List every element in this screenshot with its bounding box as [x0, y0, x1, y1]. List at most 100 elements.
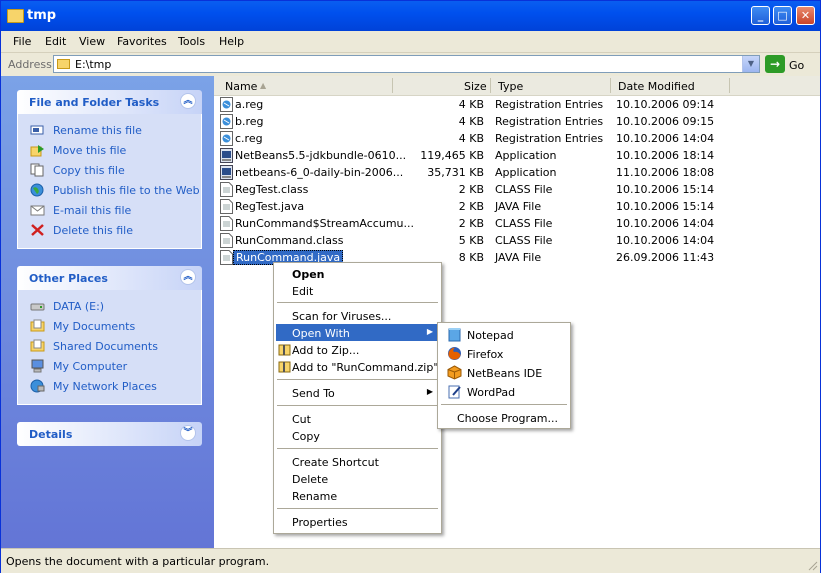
menu-item-rename[interactable]: Rename	[276, 487, 439, 504]
place-my-documents[interactable]: My Documents	[18, 316, 201, 336]
status-text: Opens the document with a particular pro…	[6, 555, 270, 568]
file-row[interactable]: a.reg 4 KB Registration Entries 10.10.2006 …	[214, 96, 820, 113]
place-shared-documents[interactable]: Shared Documents	[18, 336, 201, 356]
window-title: tmp	[27, 8, 57, 23]
file-row[interactable]: c.reg 4 KB Registration Entries 10.10.2006 …	[214, 130, 820, 147]
panel-title: Other Places	[29, 272, 108, 285]
file-row[interactable]: b.reg 4 KB Registration Entries 10.10.2006 …	[214, 113, 820, 130]
menu-item-add-named-zip[interactable]: Add to "RunCommand.zip"	[276, 358, 439, 375]
file-type: CLASS File	[495, 183, 553, 196]
column-type[interactable]: Type	[498, 80, 523, 93]
file-row[interactable]: RegTest.class 2 KB CLASS File 10.10.2006 15…	[214, 181, 820, 198]
menu-help[interactable]: Help	[219, 35, 244, 48]
menu-item-edit[interactable]: Edit	[276, 282, 439, 299]
column-name[interactable]: Name	[225, 80, 257, 93]
column-size[interactable]: Size	[464, 80, 487, 93]
task-rename[interactable]: Rename this file	[18, 120, 201, 140]
file-name: RunCommand$StreamAccumu...	[235, 217, 415, 230]
open-with-netbeans[interactable]: NetBeans IDE	[440, 363, 568, 382]
menu-item-copy[interactable]: Copy	[276, 427, 439, 444]
task-publish[interactable]: Publish this file to the Web	[18, 180, 201, 200]
doc-file-icon	[220, 233, 233, 248]
menu-item-create-shortcut[interactable]: Create Shortcut	[276, 453, 439, 470]
minimize-button[interactable]: _	[751, 6, 770, 25]
column-date-modified[interactable]: Date Modified	[618, 80, 695, 93]
menu-item-properties[interactable]: Properties	[276, 513, 439, 530]
open-with-wordpad[interactable]: WordPad	[440, 382, 568, 401]
menu-favorites[interactable]: Favorites	[117, 35, 167, 48]
file-modified: 10.10.2006 09:14	[616, 98, 715, 111]
file-name: RegTest.java	[235, 200, 305, 213]
menu-edit[interactable]: Edit	[45, 35, 66, 48]
file-type: CLASS File	[495, 234, 553, 247]
doc-file-icon	[220, 182, 233, 197]
menu-view[interactable]: View	[79, 35, 105, 48]
place-data-drive[interactable]: DATA (E:)	[18, 296, 201, 316]
file-type: JAVA File	[495, 200, 542, 213]
collapse-chevron-icon[interactable]: ︽	[180, 93, 196, 109]
go-arrow-icon[interactable]: →	[765, 55, 785, 73]
collapse-chevron-icon[interactable]: ︽	[180, 269, 196, 285]
expand-chevron-icon[interactable]: ︾	[180, 425, 196, 441]
zip-icon	[278, 361, 291, 373]
address-input[interactable]: E:\tmp ▼	[53, 55, 760, 73]
folder-icon	[30, 319, 45, 332]
file-type: Registration Entries	[495, 132, 604, 145]
email-icon	[30, 205, 45, 216]
file-name: netbeans-6_0-daily-bin-2006...	[235, 166, 404, 179]
file-name: RunCommand.class	[235, 234, 344, 247]
file-name: NetBeans5.5-jdkbundle-0610...	[235, 149, 407, 162]
move-icon	[30, 145, 44, 157]
file-row[interactable]: NetBeans5.5-jdkbundle-0610... 119,465 KB A…	[214, 147, 820, 164]
panel-title: Details	[29, 428, 73, 441]
task-delete[interactable]: Delete this file	[18, 220, 201, 240]
file-modified: 10.10.2006 18:14	[616, 149, 715, 162]
menu-item-send-to[interactable]: Send To ▶	[276, 384, 439, 401]
file-folder-tasks-panel: File and Folder Tasks ︽ Rename this file…	[17, 90, 202, 249]
firefox-icon	[448, 347, 461, 360]
network-icon	[30, 379, 45, 393]
copy-icon	[30, 163, 44, 177]
resize-grip-icon[interactable]	[806, 559, 818, 571]
file-row[interactable]: RegTest.java 2 KB JAVA File 10.10.2006 15:1…	[214, 198, 820, 215]
file-type: Registration Entries	[495, 115, 604, 128]
menu-item-delete[interactable]: Delete	[276, 470, 439, 487]
folder-icon	[57, 59, 70, 69]
address-dropdown-button[interactable]: ▼	[742, 56, 759, 72]
details-panel: Details ︾	[17, 422, 202, 446]
file-row[interactable]: RunCommand$StreamAccumu... 2 KB CLASS File…	[214, 215, 820, 232]
file-modified: 10.10.2006 14:04	[616, 234, 715, 247]
panel-header[interactable]: Other Places ︽	[17, 266, 202, 290]
sort-ascending-icon: ▲	[260, 81, 267, 90]
menu-tools[interactable]: Tools	[178, 35, 205, 48]
menu-file[interactable]: File	[13, 35, 31, 48]
task-move[interactable]: Move this file	[18, 140, 201, 160]
maximize-button[interactable]: □	[773, 6, 792, 25]
task-copy[interactable]: Copy this file	[18, 160, 201, 180]
menu-item-cut[interactable]: Cut	[276, 410, 439, 427]
open-with-choose-program[interactable]: Choose Program...	[440, 408, 568, 427]
menu-item-open-with[interactable]: Open With ▶	[276, 324, 439, 341]
panel-header[interactable]: Details ︾	[17, 422, 202, 446]
go-button[interactable]: Go	[789, 59, 804, 72]
menu-item-scan-viruses[interactable]: Scan for Viruses...	[276, 307, 439, 324]
column-header: Name ▲ Size Type Date Modified	[214, 76, 820, 96]
other-places-panel: Other Places ︽ DATA (E:) My Documents Sh…	[17, 266, 202, 405]
title-bar[interactable]: tmp _ □ ✕	[1, 1, 820, 31]
panel-header[interactable]: File and Folder Tasks ︽	[17, 90, 202, 114]
file-row[interactable]: netbeans-6_0-daily-bin-2006... 35,731 KB A…	[214, 164, 820, 181]
file-modified: 10.10.2006 15:14	[616, 200, 715, 213]
address-bar: Address E:\tmp ▼ → Go	[1, 53, 820, 77]
task-email[interactable]: E-mail this file	[18, 200, 201, 220]
place-my-computer[interactable]: My Computer	[18, 356, 201, 376]
file-row[interactable]: RunCommand.class 5 KB CLASS File 10.10.2006…	[214, 232, 820, 249]
menu-item-open[interactable]: Open	[276, 265, 439, 282]
menu-item-add-to-zip[interactable]: Add to Zip...	[276, 341, 439, 358]
place-my-network[interactable]: My Network Places	[18, 376, 201, 396]
close-button[interactable]: ✕	[796, 6, 815, 25]
file-size: 4 KB	[458, 98, 484, 111]
open-with-notepad[interactable]: Notepad	[440, 325, 568, 344]
doc-file-icon	[220, 199, 233, 214]
file-type: Application	[495, 166, 557, 179]
open-with-firefox[interactable]: Firefox	[440, 344, 568, 363]
